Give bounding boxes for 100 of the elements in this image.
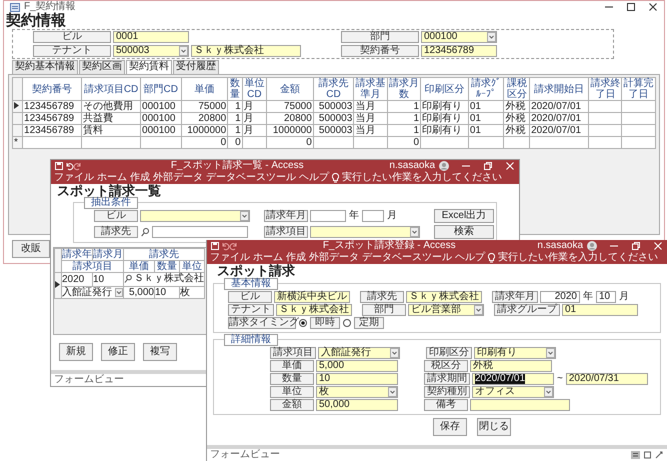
dropdown-field[interactable]: 枚 — [316, 386, 398, 398]
month-field[interactable]: 10 — [596, 291, 616, 303]
tab[interactable]: 契約賃料 — [126, 60, 172, 74]
dropdown-field[interactable]: 入館証発行 — [318, 347, 400, 359]
action-button[interactable]: 修正 — [101, 343, 135, 361]
column-header[interactable]: 請求終了日 — [588, 78, 622, 100]
menu-item[interactable]: 作成 — [286, 252, 306, 264]
column-header[interactable]: 単価 — [181, 78, 228, 100]
action-button[interactable]: 複写 — [143, 343, 177, 361]
column-header[interactable]: 部門CD — [140, 78, 182, 100]
lightbulb-icon[interactable] — [332, 173, 339, 183]
radio-button[interactable] — [343, 319, 351, 327]
text-field[interactable]: 01 — [562, 304, 638, 316]
column-header[interactable]: 契約番号 — [22, 78, 82, 100]
menu-item[interactable]: 外部データ — [153, 172, 203, 184]
column-header[interactable]: 単位 — [179, 260, 204, 272]
text-field[interactable]: Ｓｋｙ株式会社 — [191, 45, 301, 57]
year-field[interactable] — [310, 210, 346, 222]
column-header[interactable]: 請求項目CD — [82, 78, 141, 100]
tab[interactable]: 契約区画 — [79, 60, 125, 74]
action-button[interactable]: 新規 — [59, 343, 93, 361]
action-button[interactable]: 保存 — [433, 418, 467, 436]
dropdown-field[interactable]: 000100 — [421, 31, 497, 43]
revise-button[interactable]: 改販 — [12, 240, 50, 258]
column-header[interactable]: 計算完了日 — [622, 78, 656, 100]
table-cell: 印刷有り — [422, 113, 462, 124]
menu-item[interactable]: ファイル — [54, 172, 94, 184]
column-header[interactable]: 請求先 — [124, 248, 204, 260]
column-header[interactable]: 数量 — [228, 78, 242, 100]
restore-icon[interactable] — [483, 161, 494, 171]
text-field[interactable] — [470, 399, 570, 411]
menu-item[interactable]: ファイル — [210, 252, 250, 264]
column-header[interactable]: 印刷区分 — [420, 78, 468, 100]
text-field[interactable]: 外税 — [470, 360, 552, 372]
user-name[interactable]: n.sasaoka — [389, 160, 436, 172]
column-header[interactable]: 課税区分 — [504, 78, 530, 100]
dropdown-field[interactable]: 入館証発行 — [62, 287, 123, 298]
form-view-icon[interactable] — [631, 451, 640, 459]
text-field[interactable]: 123456789 — [421, 45, 497, 57]
dropdown-field[interactable]: オフィス — [472, 386, 554, 398]
dropdown-field[interactable] — [310, 226, 420, 238]
user-name[interactable]: n.sasaoka — [537, 240, 584, 252]
column-header[interactable]: 請求年 — [62, 248, 92, 260]
layout-view-icon[interactable] — [643, 451, 652, 459]
year-field[interactable]: 2020 — [540, 291, 580, 303]
tab[interactable]: 契約基本情報 — [12, 60, 78, 74]
search-icon[interactable] — [140, 226, 150, 238]
dropdown-field[interactable]: ビル営業部 — [408, 304, 484, 316]
column-header[interactable]: 請求ｸﾞﾙｰﾌﾟ — [468, 78, 504, 100]
action-button[interactable]: Excel出力 — [434, 209, 494, 223]
column-header[interactable]: 請求先CD — [313, 78, 354, 100]
column-header[interactable]: 数量 — [154, 260, 180, 272]
maximize-icon[interactable] — [626, 2, 636, 12]
record-selector[interactable]: * — [12, 136, 23, 148]
menu-item[interactable]: ヘルプ — [299, 172, 329, 184]
text-field[interactable]: Ｓｋｙ株式会社 — [406, 291, 482, 303]
avatar-icon[interactable] — [587, 241, 598, 251]
caret-icon — [410, 227, 419, 237]
menu-item[interactable]: ホーム — [97, 172, 127, 184]
column-header[interactable]: 請求月数 — [387, 78, 421, 100]
option-label[interactable]: 定期 — [354, 317, 384, 329]
close-icon[interactable] — [648, 2, 658, 12]
tell-me-field[interactable]: 実行したい作業を入力してください — [498, 252, 658, 264]
text-field[interactable]: 5,000 — [316, 360, 398, 372]
column-header[interactable]: 請求開始日 — [530, 78, 589, 100]
text-field[interactable]: 10 — [316, 373, 398, 385]
input-field[interactable] — [152, 226, 248, 238]
dropdown-field[interactable]: 500003 — [113, 45, 189, 57]
restore-icon[interactable] — [631, 241, 642, 251]
month-field[interactable] — [362, 210, 384, 222]
tell-me-field[interactable]: 実行したい作業を入力してください — [342, 172, 502, 184]
option-label[interactable]: 即時 — [310, 317, 340, 329]
dropdown-field[interactable] — [140, 210, 250, 222]
design-view-icon[interactable] — [655, 451, 664, 459]
search-icon[interactable] — [124, 274, 132, 283]
menu-item[interactable]: ヘルプ — [455, 252, 485, 264]
menu-item[interactable]: ホーム — [253, 252, 283, 264]
text-field[interactable]: 新横浜中央ビル — [274, 291, 350, 303]
menu-item[interactable]: データベースツール — [206, 172, 296, 184]
column-header[interactable]: 請求基準月 — [354, 78, 388, 100]
text-field[interactable]: 0001 — [113, 31, 189, 43]
date-field[interactable]: 2020/07/31 — [566, 373, 648, 385]
action-button[interactable]: 検索 — [434, 225, 494, 239]
tab[interactable]: 受付履歴 — [173, 60, 219, 74]
date-field[interactable]: 2020/07/01 — [472, 373, 554, 385]
column-header[interactable]: 請求月 — [92, 248, 124, 260]
menu-item[interactable]: データベースツール — [362, 252, 452, 264]
dropdown-field[interactable]: 印刷有り — [474, 347, 556, 359]
menu-item[interactable]: 外部データ — [309, 252, 359, 264]
column-header[interactable]: 単価 — [124, 260, 154, 272]
column-header[interactable]: 請求項目 — [62, 260, 124, 272]
menu-item[interactable]: 作成 — [130, 172, 150, 184]
action-button[interactable]: 閉じる — [477, 418, 511, 436]
text-field[interactable]: Ｓｋｙ株式会社 — [276, 304, 352, 316]
column-header[interactable]: 金額 — [266, 78, 314, 100]
radio-button[interactable] — [299, 319, 307, 327]
text-field[interactable]: 50,000 — [316, 399, 398, 411]
avatar-icon[interactable] — [439, 161, 450, 171]
lightbulb-icon[interactable] — [488, 253, 495, 263]
column-header[interactable]: 単位CD — [242, 78, 267, 100]
